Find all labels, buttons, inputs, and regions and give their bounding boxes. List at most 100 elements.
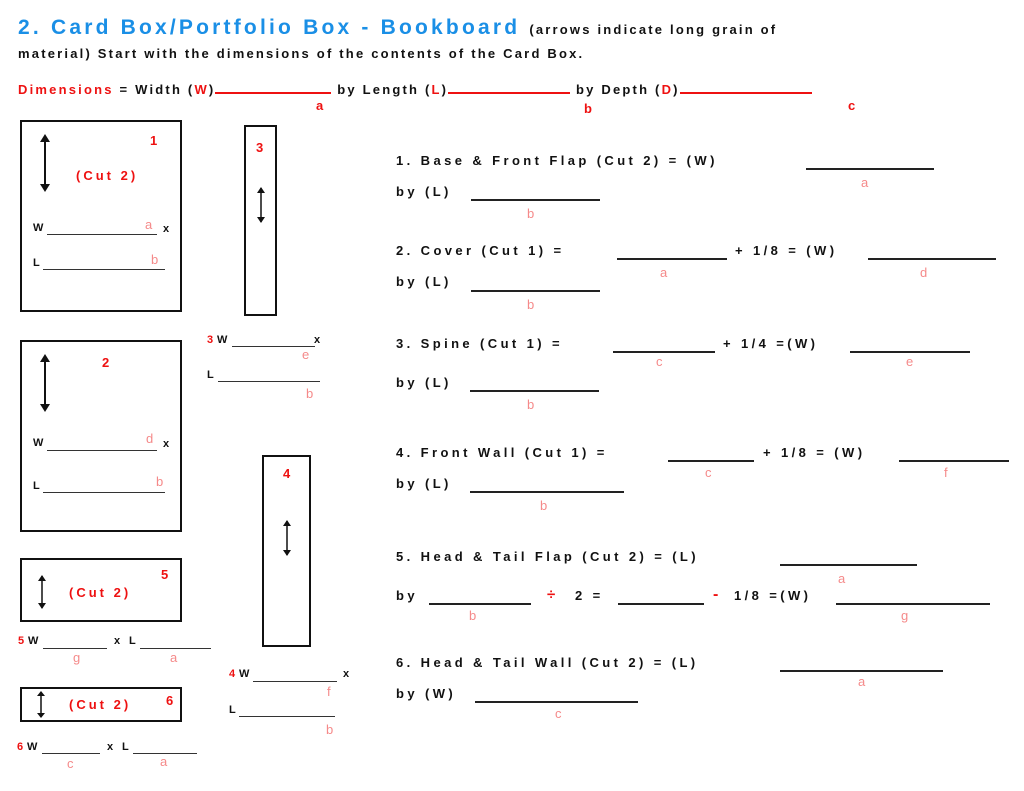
step-2-a-field[interactable] [617, 258, 727, 260]
w-label: W [33, 437, 44, 449]
l-label: L [229, 704, 236, 716]
page-title: 2. Card Box/Portfolio Box - Bookboard (a… [18, 16, 777, 40]
piece-1-number: 1 [150, 133, 158, 148]
step-3-plus: + 1/4 =(W) [723, 336, 819, 351]
times: x [343, 668, 350, 680]
hint: b [527, 297, 535, 312]
step-6-l-field[interactable] [780, 670, 943, 672]
piece-5-label-number: 5 [18, 635, 25, 647]
step-1-by-l: by (L) [396, 184, 452, 199]
step-4-plus: + 1/8 = (W) [763, 445, 866, 460]
l-label: L [207, 369, 214, 381]
hint: b [469, 608, 477, 623]
piece-1-w-field[interactable] [47, 234, 157, 235]
piece-5-l-field[interactable] [140, 648, 211, 649]
hint: b [306, 386, 314, 401]
hint: g [73, 650, 81, 665]
step-3-c-field[interactable] [613, 351, 715, 353]
l-label: L [33, 257, 40, 269]
hint: b [156, 474, 164, 489]
piece-5-cut: (Cut 2) [69, 585, 132, 600]
step-1-w-field[interactable] [806, 168, 934, 170]
step-3-w-field[interactable] [850, 351, 970, 353]
step-4-l-field[interactable] [470, 491, 624, 493]
hint: f [944, 465, 948, 480]
piece-4-number: 4 [283, 466, 291, 481]
hint: e [302, 347, 310, 362]
hint: b [540, 498, 548, 513]
hint: c [705, 465, 712, 480]
hint: e [906, 354, 914, 369]
grain-arrow-icon [38, 575, 46, 609]
hint: a [861, 175, 869, 190]
title-main: 2. Card Box/Portfolio Box - Bookboard [18, 16, 521, 39]
step-6-label: 6. Head & Tail Wall (Cut 2) = (L) [396, 655, 699, 670]
title-note: (arrows indicate long grain of [529, 22, 778, 37]
subtitle: material) Start with the dimensions of t… [18, 46, 585, 61]
hint: a [170, 650, 178, 665]
piece-4-w-field[interactable] [253, 681, 337, 682]
grain-arrow-icon [257, 187, 265, 223]
w-label: W [28, 635, 39, 647]
piece-5-number: 5 [161, 567, 169, 582]
times: x [163, 438, 170, 450]
hint: g [901, 608, 909, 623]
piece-3-label-number: 3 [207, 334, 214, 346]
piece-5-w-field[interactable] [43, 648, 107, 649]
step-4-label: 4. Front Wall (Cut 1) = [396, 445, 608, 460]
times: x [314, 334, 321, 346]
step-5-eighth: 1/8 =(W) [734, 588, 812, 603]
step-5-l-field[interactable] [780, 564, 917, 566]
step-2-w-field[interactable] [868, 258, 996, 260]
piece-6-w-field[interactable] [42, 753, 100, 754]
step-2-by-l: by (L) [396, 274, 452, 289]
dim-d: D [661, 82, 674, 97]
dimensions-eq: = Width ( [113, 82, 195, 97]
step-5-half-field[interactable] [618, 603, 704, 605]
length-field[interactable] [448, 91, 571, 94]
l-label: L [129, 635, 136, 647]
piece-4-l-field[interactable] [239, 716, 335, 717]
dim-w: W [194, 82, 209, 97]
grain-arrow-icon [283, 520, 291, 556]
piece-2-l-field[interactable] [43, 492, 165, 493]
depth-field[interactable] [679, 91, 812, 94]
w-label: W [33, 222, 44, 234]
hint: c [555, 706, 562, 721]
step-4-c-field[interactable] [668, 460, 754, 462]
hint: c [67, 756, 74, 771]
piece-3-l-field[interactable] [218, 381, 320, 382]
dim-close: ) [441, 82, 449, 97]
step-4-w-field[interactable] [899, 460, 1009, 462]
dimensions-label: Dimensions [18, 82, 114, 97]
step-2-l-field[interactable] [471, 290, 600, 292]
dim-by-length: by Length ( [331, 82, 432, 97]
dim-close: ) [208, 82, 216, 97]
hint-b: b [584, 101, 592, 116]
piece-2-w-field[interactable] [47, 450, 157, 451]
l-label: L [33, 480, 40, 492]
dimensions-line: Dimensions = Width (W) by Length (L) by … [18, 82, 812, 97]
piece-6-cut: (Cut 2) [69, 697, 132, 712]
step-3-label: 3. Spine (Cut 1) = [396, 336, 564, 351]
step-6-w-field[interactable] [475, 701, 638, 703]
hint-c: c [848, 98, 856, 113]
grain-arrow-icon [40, 134, 50, 192]
step-4-by-l: by (L) [396, 476, 452, 491]
step-5-b-field[interactable] [429, 603, 531, 605]
hint: a [660, 265, 668, 280]
minus-icon: - [713, 586, 722, 603]
dim-by-depth: by Depth ( [570, 82, 662, 97]
piece-3-number: 3 [256, 140, 264, 155]
width-field[interactable] [215, 91, 332, 94]
w-label: W [27, 741, 38, 753]
step-3-l-field[interactable] [470, 390, 599, 392]
step-2-plus: + 1/8 = (W) [735, 243, 838, 258]
step-5-w-field[interactable] [836, 603, 990, 605]
grain-arrow-icon [37, 691, 45, 718]
times: x [114, 635, 121, 647]
hint: c [656, 354, 663, 369]
piece-1-l-field[interactable] [43, 269, 165, 270]
hint: f [327, 684, 331, 699]
step-1-l-field[interactable] [471, 199, 600, 201]
